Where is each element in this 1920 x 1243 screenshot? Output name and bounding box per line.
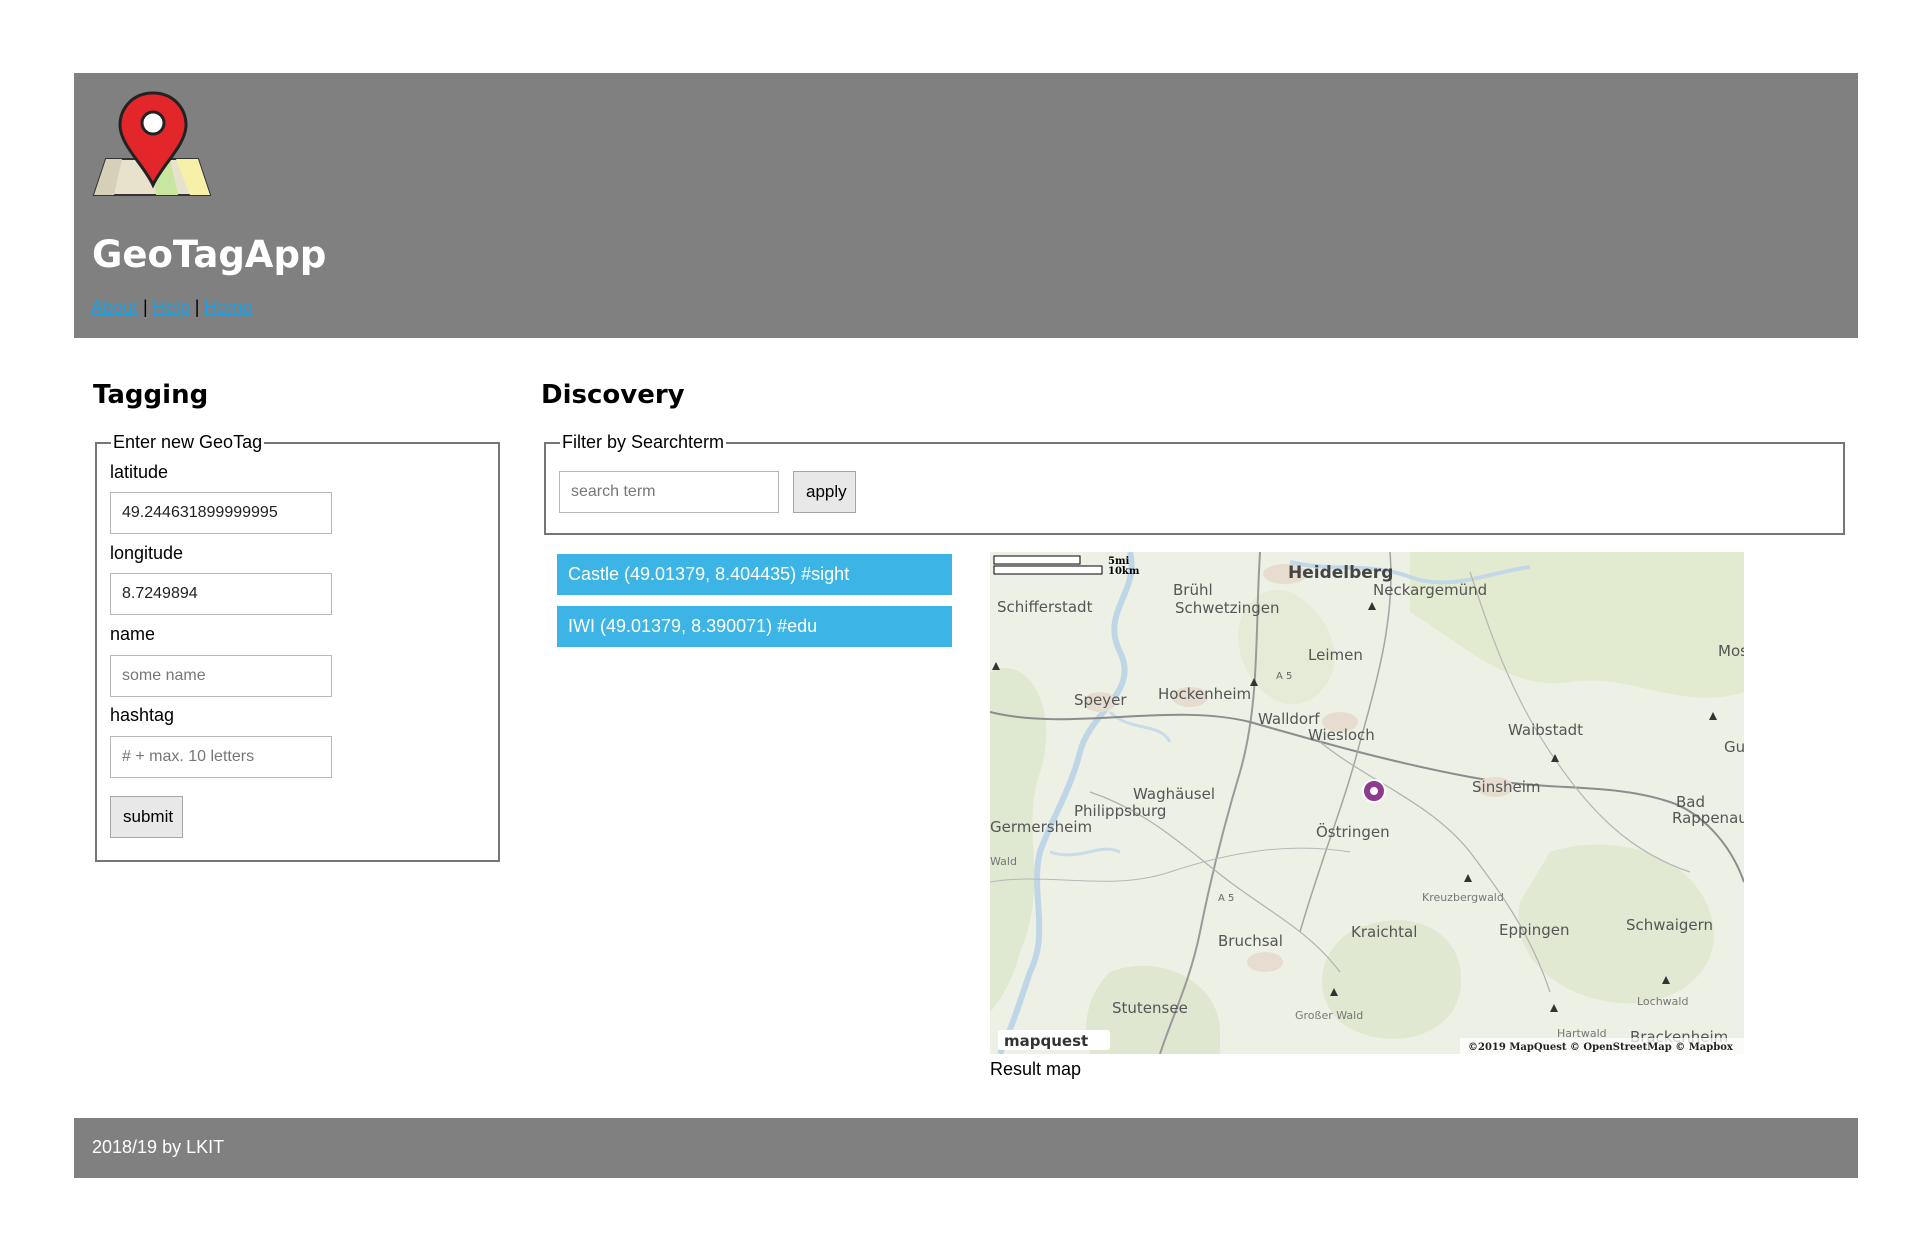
mapquest-logo: mapquest — [1004, 1032, 1088, 1050]
name-input[interactable] — [110, 655, 332, 697]
submit-button[interactable]: submit — [110, 796, 183, 838]
map-label: A 5 — [1276, 671, 1292, 682]
map-label: Lochwald — [1637, 995, 1688, 1008]
hashtag-input[interactable] — [110, 736, 332, 778]
page-header: GeoTagApp About | Help | Home — [74, 73, 1858, 338]
nav-link-about[interactable]: About — [91, 297, 138, 317]
longitude-input[interactable] — [110, 573, 332, 615]
app-title: GeoTagApp — [92, 233, 327, 276]
nav-separator: | — [194, 297, 200, 317]
map-label: Großer Wald — [1295, 1009, 1363, 1022]
map-label: Hockenheim — [1158, 685, 1251, 703]
nav-link-help[interactable]: Help — [153, 297, 190, 317]
map-label: Kreuzbergwald — [1422, 891, 1504, 904]
scale-km: 10km — [1108, 566, 1140, 577]
map-label: Brühl — [1173, 581, 1213, 599]
result-map[interactable]: 5mi 10km Heidelberg Neckargemünd Schiffe… — [990, 552, 1744, 1054]
nav-separator: | — [143, 297, 148, 317]
map-attribution: ©2019 MapQuest © OpenStreetMap © Mapbox — [1468, 1042, 1734, 1053]
map-label: Mos — [1718, 642, 1744, 660]
discovery-title: Discovery — [541, 380, 685, 410]
map-label: Leimen — [1308, 646, 1363, 664]
map-label: Schifferstadt — [997, 598, 1093, 616]
map-label: Heidelberg — [1288, 563, 1393, 583]
page-footer: 2018/19 by LKIT — [74, 1118, 1858, 1178]
map-label: Neckargemünd — [1373, 581, 1487, 599]
map-label: Wald — [990, 855, 1017, 868]
latitude-input[interactable] — [110, 492, 332, 534]
apply-button[interactable]: apply — [793, 471, 856, 513]
longitude-label: longitude — [110, 543, 184, 563]
search-input[interactable] — [559, 471, 779, 513]
map-label: Sinsheim — [1472, 778, 1541, 796]
map-label: Waibstadt — [1508, 721, 1583, 739]
tagging-title: Tagging — [93, 380, 209, 410]
map-label: Eppingen — [1499, 921, 1569, 939]
latitude-label: latitude — [110, 462, 169, 482]
footer-text: 2018/19 by LKIT — [92, 1137, 225, 1157]
map-label: Kraichtal — [1351, 923, 1417, 941]
map-label: Gur — [1724, 738, 1744, 756]
name-label: name — [110, 624, 156, 644]
map-label: Wiesloch — [1308, 726, 1375, 744]
hashtag-label: hashtag — [110, 705, 175, 725]
result-item[interactable]: Castle (49.01379, 8.404435) #sight — [557, 554, 952, 595]
map-label: Waghäusel — [1133, 785, 1215, 803]
nav-bar: About | Help | Home — [91, 297, 252, 318]
map-label: Speyer — [1074, 691, 1127, 709]
map-label: A 5 — [1218, 893, 1234, 904]
map-pin-logo-icon — [92, 91, 212, 196]
map-label: Rappenau — [1672, 809, 1744, 827]
map-caption: Result map — [990, 1059, 1082, 1079]
map-label: Schwetzingen — [1175, 599, 1279, 617]
nav-link-home[interactable]: Home — [204, 297, 252, 317]
map-tiles: 5mi 10km Heidelberg Neckargemünd Schiffe… — [990, 552, 1744, 1054]
result-item[interactable]: IWI (49.01379, 8.390071) #edu — [557, 606, 952, 647]
tagging-legend: Enter new GeoTag — [113, 432, 263, 452]
map-label: Stutensee — [1112, 999, 1188, 1017]
map-label: Schwaigern — [1626, 916, 1713, 934]
filter-legend: Filter by Searchterm — [562, 432, 725, 452]
map-label: Bruchsal — [1218, 932, 1283, 950]
map-label: Germersheim — [990, 818, 1092, 836]
map-label: Östringen — [1316, 822, 1390, 841]
